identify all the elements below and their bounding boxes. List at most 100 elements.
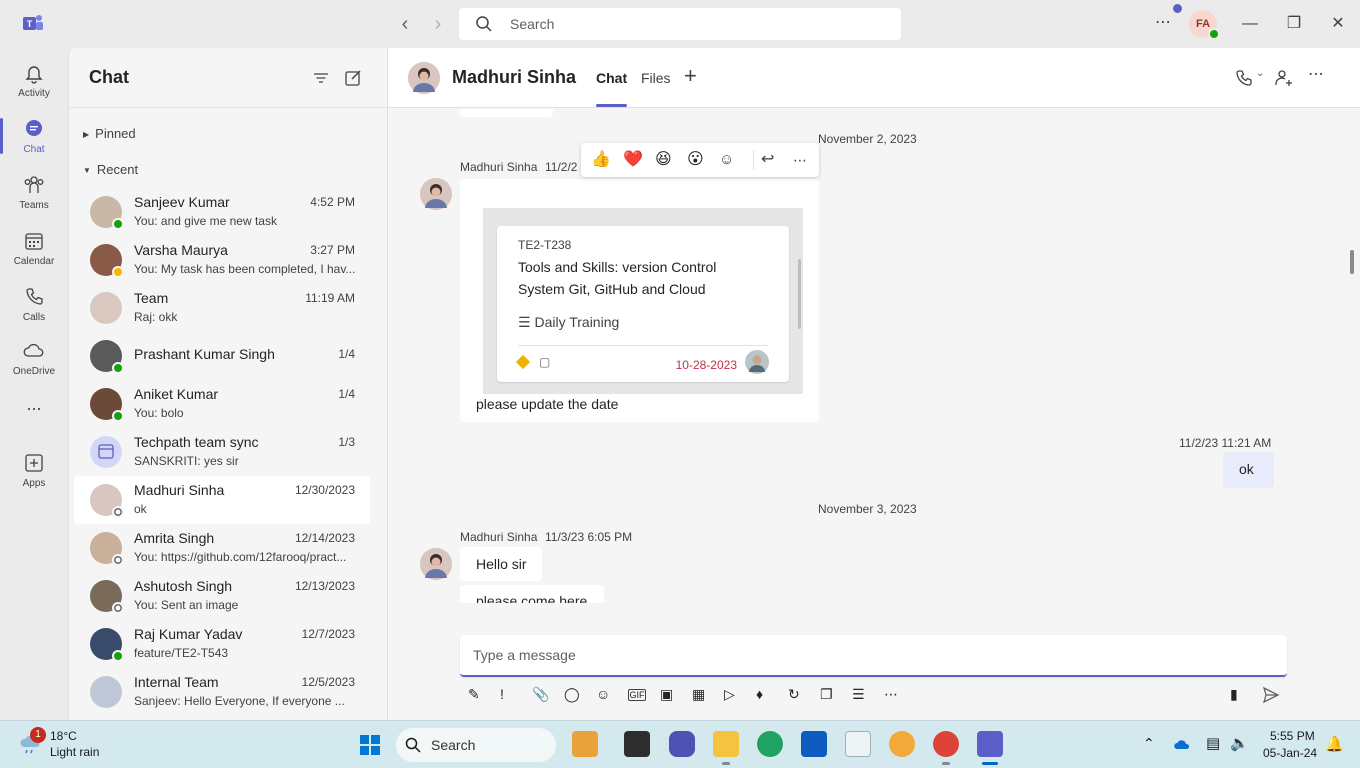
previous-message-bubble[interactable] (460, 109, 553, 117)
attach-icon[interactable]: 📎 (532, 686, 550, 704)
taskbar-app-icon[interactable] (889, 731, 915, 757)
rail-item-calls[interactable]: Calls (0, 278, 68, 332)
sticker-icon[interactable]: ▣ (660, 686, 678, 704)
reply-icon[interactable]: ↩ (761, 150, 774, 170)
like-reaction-icon[interactable]: 👍 (591, 150, 611, 170)
chat-list-item[interactable]: Amrita Singh 12/14/2023 You: https://githu… (74, 524, 370, 572)
card-scrollbar[interactable] (798, 259, 801, 329)
stream-icon[interactable]: ▷ (724, 686, 742, 704)
schedule-meeting-icon[interactable]: ▦ (692, 686, 710, 704)
planner-task-card[interactable]: TE2-T238 Tools and Skills: version Contr… (497, 226, 789, 382)
chevron-up-icon[interactable]: ⌃ (1143, 735, 1155, 752)
add-people-icon[interactable] (1274, 68, 1294, 88)
close-icon[interactable]: ✕ (1328, 14, 1348, 34)
chat-list-item[interactable]: Ashutosh Singh 12/13/2023 You: Sent an ima… (74, 572, 370, 620)
forms-icon[interactable]: ☰ (852, 686, 870, 704)
chat-list-item[interactable]: Sanjeev Kumar 4:52 PM You: and give me new… (74, 188, 370, 236)
chat-list-item[interactable]: Raj Kumar Yadav 12/7/2023 feature/TE2-T543 (74, 620, 370, 668)
chat-list-item[interactable]: Internal Team 12/5/2023 Sanjeev: Hello Eve… (74, 668, 370, 716)
add-tab-icon[interactable]: + (684, 65, 697, 87)
rail-item-chat[interactable]: Chat (0, 110, 68, 164)
more-options-icon[interactable]: ⋯ (1308, 64, 1328, 84)
file-explorer-icon[interactable] (713, 731, 739, 757)
account-initials: FA (1195, 18, 1211, 30)
chat-list-item[interactable]: Prashant Kumar Singh 1/4 (74, 332, 370, 380)
network-icon[interactable]: ▤ (1206, 734, 1220, 752)
message-bubble[interactable]: please come here (460, 585, 604, 603)
meet-icon[interactable] (669, 731, 695, 757)
edge-browser-icon[interactable] (757, 731, 783, 757)
chrome-icon[interactable] (933, 731, 959, 757)
rail-item-onedrive[interactable]: OneDrive (0, 332, 68, 386)
message-bubble[interactable]: Hello sir (460, 547, 542, 581)
heart-reaction-icon[interactable]: ❤️ (623, 150, 643, 170)
refresh-icon[interactable]: ↻ (788, 686, 806, 704)
notification-bell-icon[interactable]: 🔔 (1325, 735, 1344, 753)
pinned-section-toggle[interactable]: ▶ Pinned (83, 126, 136, 141)
recent-section-toggle[interactable]: ▼ Recent (83, 162, 138, 177)
search-input[interactable]: Search (459, 8, 901, 40)
chat-list-item[interactable]: Aniket Kumar 1/4 You: bolo (74, 380, 370, 428)
video-clip-icon[interactable]: ▮ (1230, 686, 1248, 704)
important-icon[interactable]: ! (500, 686, 518, 704)
message-list[interactable]: November 2, 2023 Madhuri Sinha 11/2/2 TE… (388, 109, 1360, 603)
teams-logo-icon[interactable]: T (22, 12, 44, 34)
taskbar-app-icon[interactable] (572, 731, 598, 757)
taskbar-app-icon[interactable] (624, 731, 650, 757)
chat-list-item[interactable]: Varsha Maurya 3:27 PM You: My task has bee… (74, 236, 370, 284)
filter-icon[interactable] (311, 68, 331, 88)
emoji-icon[interactable]: ☺ (596, 686, 614, 704)
presence-available-icon (112, 410, 124, 422)
chat-list-item[interactable]: Team 11:19 AM Raj: okk (74, 284, 370, 332)
my-message-bubble[interactable]: ok (1223, 452, 1274, 488)
taskbar-search[interactable]: Search (396, 728, 556, 762)
contact-avatar[interactable] (408, 62, 440, 94)
store-icon[interactable] (801, 731, 827, 757)
clock-date[interactable]: 05-Jan-24 (1263, 746, 1317, 760)
priority-diamond-icon (515, 354, 531, 370)
gif-icon[interactable]: GIF (628, 689, 646, 701)
taskbar-app-icon[interactable] (845, 731, 871, 757)
restore-icon[interactable]: ❐ (1284, 14, 1304, 34)
format-icon[interactable]: ✎ (468, 686, 486, 704)
rail-label-teams: Teams (19, 200, 49, 211)
send-icon[interactable] (1262, 686, 1280, 704)
chat-list-item[interactable]: Techpath team sync 1/3 SANSKRITI: yes sir (74, 428, 370, 476)
forward-arrow-icon[interactable]: › (426, 12, 450, 36)
sender-avatar[interactable] (420, 548, 452, 580)
new-chat-icon[interactable] (343, 68, 363, 88)
laugh-reaction-icon[interactable]: 😆 (655, 150, 672, 170)
loop-icon[interactable]: ◯ (564, 686, 582, 704)
clock-time[interactable]: 5:55 PM (1270, 729, 1315, 743)
windows-start-icon[interactable] (359, 734, 381, 756)
rail-item-activity[interactable]: Activity (0, 54, 68, 108)
tab-files[interactable]: Files (641, 70, 671, 86)
message-composer[interactable]: Type a message (460, 635, 1287, 677)
praise-icon[interactable]: ♦ (756, 686, 774, 704)
running-indicator (942, 762, 950, 765)
rail-item-more[interactable]: ... (0, 394, 68, 448)
surprised-reaction-icon[interactable]: 😮 (687, 150, 704, 170)
more-apps-icon[interactable]: ⋯ (884, 686, 902, 704)
account-avatar[interactable]: FA (1189, 10, 1220, 40)
volume-icon[interactable]: 🔈 (1230, 734, 1249, 752)
message-list-scrollbar[interactable] (1350, 250, 1354, 274)
call-icon[interactable] (1234, 68, 1254, 88)
onedrive-cloud-icon[interactable] (1174, 737, 1192, 751)
teams-taskbar-icon[interactable] (977, 731, 1003, 757)
copy-icon[interactable]: ❐ (820, 686, 838, 704)
tab-chat[interactable]: Chat (596, 70, 628, 107)
rail-item-calendar[interactable]: Calendar (0, 222, 68, 276)
bell-icon (25, 66, 43, 84)
chat-time: 1/4 (338, 387, 355, 401)
rail-item-teams[interactable]: Teams (0, 166, 68, 220)
minimize-icon[interactable]: — (1240, 14, 1260, 34)
chat-list-item[interactable]: Madhuri Sinha 12/30/2023 ok (74, 476, 370, 524)
chevron-down-icon[interactable]: ⌄ (1256, 68, 1276, 88)
rail-item-apps[interactable]: Apps (0, 444, 68, 498)
back-arrow-icon[interactable]: ‹ (393, 12, 417, 36)
sender-avatar[interactable] (420, 178, 452, 210)
more-actions-icon[interactable]: ⋯ (793, 150, 807, 170)
settings-more-icon[interactable]: ⋯ (1155, 12, 1177, 34)
add-reaction-icon[interactable]: ☺ (719, 150, 734, 170)
